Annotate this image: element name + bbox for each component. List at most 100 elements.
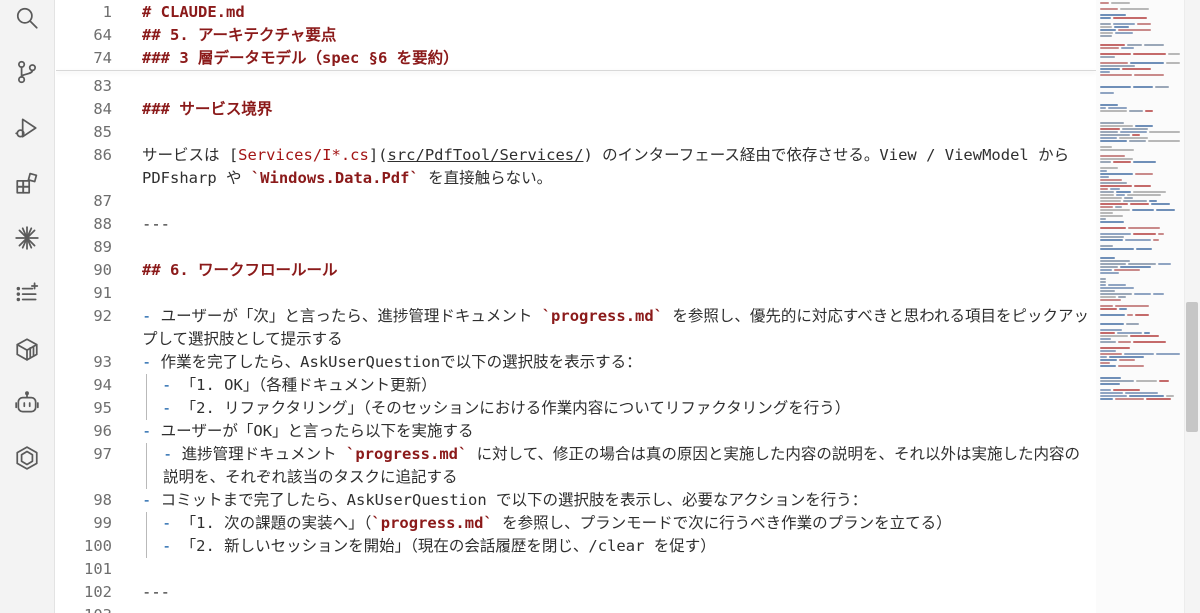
minimap-line [1133,191,1166,193]
minimap-line [1135,314,1149,316]
minimap-line [1128,263,1156,265]
indent-guide [146,512,162,535]
scrollbar-thumb[interactable] [1186,302,1198,432]
text: ユーザーが「OK」と言ったら以下を実施する [151,422,474,440]
minimap-line [1100,377,1121,379]
minimap-line [1144,332,1150,334]
hexagon-icon[interactable] [11,442,43,474]
minimap-line [1100,359,1117,361]
nested-list-item: - 「1. 次の課題の実装へ」（`progress.md` を参照し、プランモー… [142,512,1092,535]
minimap-line [1120,8,1149,10]
link-text[interactable]: Services/I*.cs [238,146,369,164]
code-line[interactable]: 83 [56,75,1096,98]
code-line[interactable]: 94 - 「1. OK」（各種ドキュメント更新） [56,374,1096,397]
minimap-line [1100,185,1132,187]
code-line[interactable]: 90 ## 6. ワークフロールール [56,259,1096,282]
sticky-line[interactable]: 64 ## 5. アーキテクチャ要点 [56,24,1096,47]
minimap-line [1119,359,1135,361]
code-line[interactable]: 91 [56,282,1096,305]
code-line[interactable]: 88 --- [56,213,1096,236]
minimap-line [1100,125,1133,127]
line-number: 97 [93,445,112,463]
inline-code: `progress.md` [541,307,664,325]
minimap-line [1133,86,1153,88]
code-line[interactable]: 101 [56,558,1096,581]
minimap-line [1129,110,1143,112]
list-bullet: - [142,491,152,509]
line-number: 86 [93,146,112,164]
sparkle-icon[interactable] [11,222,43,254]
code-line[interactable]: 102 --- [56,581,1096,604]
minimap-line [1159,380,1169,382]
code-line[interactable]: 95 - 「2. リファクタリング」（そのセッションにおける作業内容についてリフ… [56,397,1096,420]
minimap-line [1100,149,1134,151]
minimap-line [1100,104,1118,106]
minimap-line [1100,71,1110,73]
extensions-icon[interactable] [11,167,43,199]
source-control-icon[interactable] [11,56,43,88]
minimap-line [1156,353,1180,355]
minimap-line [1145,110,1153,112]
task-list-icon[interactable] [11,277,43,309]
line-number: 95 [93,399,112,417]
run-debug-icon[interactable] [11,112,43,144]
minimap-line [1126,323,1139,325]
minimap-line [1118,296,1126,298]
minimap-line [1100,173,1133,175]
code-line[interactable]: 84 ### サービス境界 [56,98,1096,121]
code-line[interactable]: 99 - 「1. 次の課題の実装へ」（`progress.md` を参照し、プラ… [56,512,1096,535]
list-item: - ユーザーが「OK」と言ったら以下を実施する [142,420,1092,443]
code-line[interactable]: 85 [56,121,1096,144]
minimap-line [1132,134,1140,136]
sticky-line[interactable]: 74 ### 3 層データモデル（spec §6 を要約） [56,47,1096,70]
code-line[interactable]: 87 [56,190,1096,213]
heading-h1: # CLAUDE.md [142,3,245,21]
code-line[interactable]: 100 - 「2. 新しいセッションを開始」（現在の会話履歴を閉じ、/clear… [56,535,1096,558]
editor[interactable]: 1 # CLAUDE.md 64 ## 5. アーキテクチャ要点 74 ### … [56,0,1096,613]
minimap[interactable] [1096,0,1184,613]
minimap-line [1100,233,1131,235]
list-bullet: - [162,376,172,394]
code-line[interactable]: 86 サービスは [Services/I*.cs](src/PdfTool/Se… [56,144,1096,190]
minimap-line [1122,68,1151,70]
minimap-line [1100,215,1123,217]
code-line[interactable]: 98 - コミットまで完了したら、AskUserQuestion で以下の選択肢… [56,489,1096,512]
minimap-line [1100,86,1131,88]
text: サービスは [ [142,146,239,164]
minimap-line [1100,137,1117,139]
sticky-line[interactable]: 1 # CLAUDE.md [56,1,1096,24]
minimap-line [1135,125,1153,127]
minimap-line [1129,395,1164,397]
minimap-line [1100,350,1116,352]
minimap-line [1100,182,1127,184]
code-line[interactable]: 96 - ユーザーが「OK」と言ったら以下を実施する [56,420,1096,443]
robot-icon[interactable] [11,387,43,419]
minimap-line [1100,107,1106,109]
minimap-line [1118,341,1131,343]
code-line[interactable]: 103 [56,604,1096,613]
code-line[interactable]: 93 - 作業を完了したら、AskUserQuestionで以下の選択肢を表示す… [56,351,1096,374]
minimap-line [1118,29,1151,31]
list-bullet: - [162,537,172,555]
link-url[interactable]: src/PdfTool/Services/ [388,146,584,164]
indent-guide [146,374,162,397]
search-icon[interactable] [11,2,43,34]
code-line[interactable]: 89 [56,236,1096,259]
minimap-line [1115,32,1133,34]
text: ]( [368,146,388,164]
code-line[interactable]: 92 - ユーザーが「次」と言ったら、進捗管理ドキュメント `progress.… [56,305,1096,351]
paragraph: サービスは [Services/I*.cs](src/PdfTool/Servi… [142,144,1092,190]
minimap-line [1113,17,1147,19]
code-line[interactable]: 97 - 進捗管理ドキュメント `progress.md` に対して、修正の場合… [56,443,1096,489]
minimap-line [1100,167,1118,169]
minimap-line [1100,335,1128,337]
minimap-line [1100,218,1106,220]
horizontal-rule: --- [142,583,170,601]
minimap-line [1134,185,1151,187]
minimap-line [1166,62,1180,64]
package-icon[interactable] [11,333,43,365]
line-number: 100 [84,537,112,555]
minimap-line [1100,338,1111,340]
minimap-line [1114,269,1140,271]
indent-guide [146,535,162,558]
